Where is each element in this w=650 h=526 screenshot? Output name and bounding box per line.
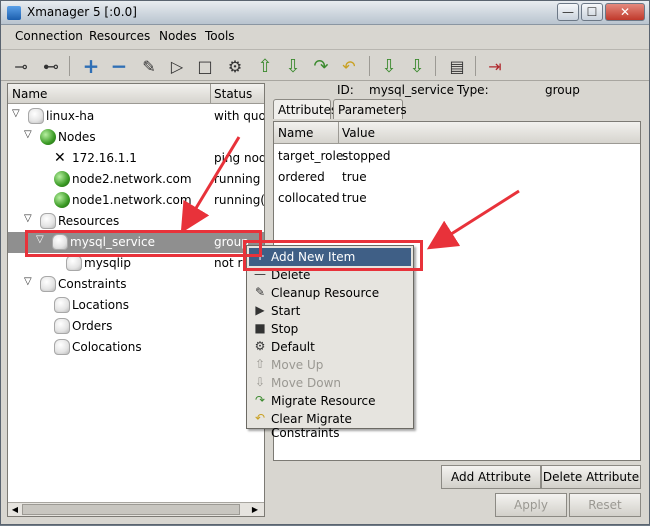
annotation-arrow	[426, 189, 520, 250]
annotation-arrow	[180, 136, 241, 234]
annotation-arrows	[180, 136, 520, 250]
xmanager-window: Xmanager 5 [:0.0] — ☐ ✕ Connection Resou…	[0, 0, 650, 525]
